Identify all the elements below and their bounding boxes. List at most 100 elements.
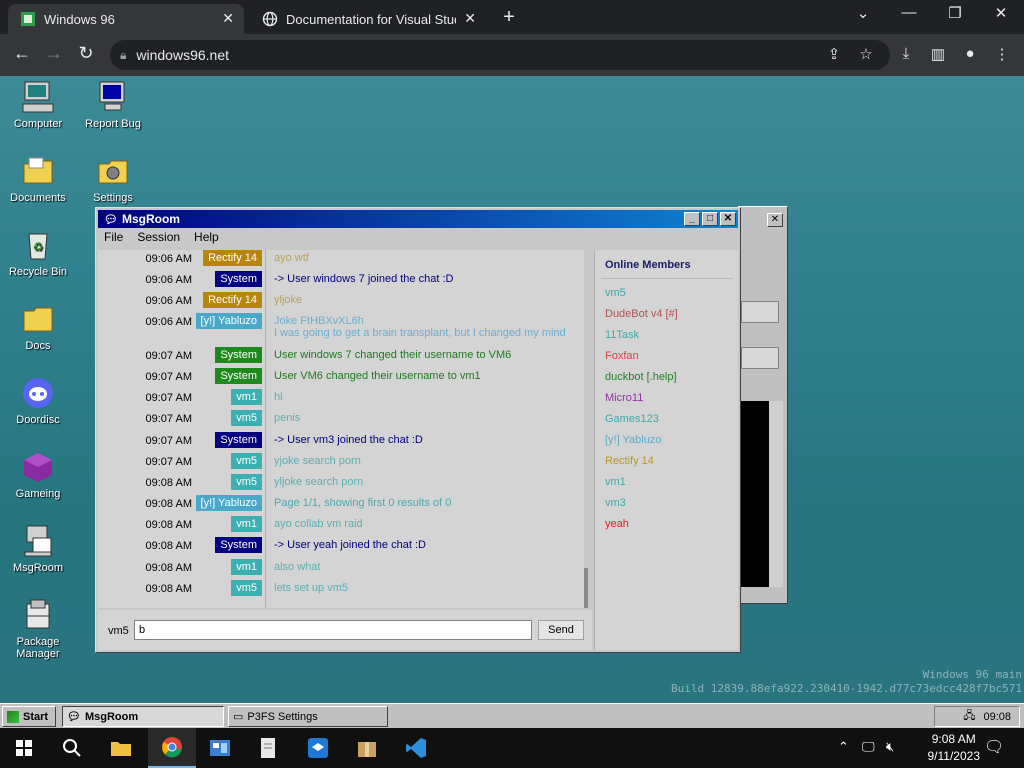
chat-scroll-thumb[interactable] — [584, 568, 588, 608]
member-item[interactable]: Games123 — [605, 413, 659, 425]
chat-bubble-icon: 💬︎ — [67, 711, 81, 723]
desktop-icon-docs[interactable]: Docs — [1, 302, 75, 352]
app-installer-icon[interactable] — [294, 728, 342, 768]
close-window-icon[interactable]: ✕ — [986, 4, 1016, 22]
tab-search-chevron-icon[interactable]: ⌄ — [848, 4, 878, 22]
svg-text:♻: ♻ — [33, 240, 44, 254]
desktop-icon-computer[interactable]: Computer — [1, 80, 75, 130]
notification-icon[interactable]: 🗨︎ — [984, 737, 1004, 757]
back-icon[interactable]: ← — [10, 43, 34, 64]
chrome-icon[interactable] — [148, 728, 196, 768]
message-line: Page 1/1, showing first 0 results of 0 — [274, 497, 452, 509]
volume-muted-icon[interactable]: 🔇︎ — [886, 739, 894, 755]
message-user-badge[interactable]: vm5 — [231, 410, 262, 426]
message-user-badge[interactable]: [y!] Yabluzo — [195, 313, 262, 329]
side-panel-icon[interactable]: ▥ — [926, 45, 950, 63]
desktop-icon-documents[interactable]: Documents — [1, 154, 75, 204]
message-user-badge[interactable]: System — [215, 368, 262, 384]
message-user-badge[interactable]: vm1 — [231, 389, 262, 405]
start-button[interactable]: Start — [2, 706, 56, 727]
message-user-badge[interactable]: System — [215, 347, 262, 363]
network-status-icon[interactable]: 🖵︎ — [862, 739, 875, 755]
desktop-icon-recycle-bin[interactable]: ♻ Recycle Bin — [1, 228, 75, 278]
message-user-badge[interactable]: Rectify 14 — [203, 250, 262, 266]
system-clock[interactable]: 9:08 AM 9/11/2023 — [928, 731, 981, 765]
message-user-badge[interactable]: vm5 — [231, 580, 262, 596]
member-item[interactable]: vm5 — [605, 287, 626, 299]
member-item[interactable]: Micro11 — [605, 392, 643, 404]
build-watermark-line2: Build 12839.88efa922.230410-1942.d77c73e… — [671, 682, 1022, 695]
minimize-icon[interactable]: — — [894, 4, 924, 21]
bookmark-star-icon[interactable]: ☆ — [854, 45, 878, 63]
member-item[interactable]: yeah — [605, 518, 629, 530]
background-scrollbar[interactable] — [769, 401, 783, 587]
desktop-icon-gameing[interactable]: Gameing — [1, 450, 75, 500]
member-item[interactable]: 11Task — [605, 329, 639, 341]
message-line: Joke FtHBXvXL6h — [274, 315, 364, 327]
show-hidden-icons-chevron-icon[interactable]: ⌃ — [838, 739, 849, 755]
control-panel-icon[interactable] — [196, 728, 244, 768]
message-user-badge[interactable]: System — [215, 432, 262, 448]
tab-windows96[interactable]: Windows 96 ✕ — [8, 4, 244, 34]
member-item[interactable]: [y!] Yabluzo — [605, 434, 661, 446]
close-icon[interactable]: ✕ — [767, 213, 783, 227]
member-item[interactable]: Foxfan — [605, 350, 639, 362]
message-user-badge[interactable]: vm5 — [231, 453, 262, 469]
windows-start-icon[interactable] — [0, 728, 48, 768]
notepad-icon[interactable] — [244, 728, 292, 768]
globe-icon — [262, 11, 278, 27]
desktop-icon-msgroom[interactable]: MsgRoom — [1, 524, 75, 574]
chat-input[interactable] — [134, 620, 532, 640]
send-button[interactable]: Send — [538, 620, 584, 640]
profile-icon[interactable]: ● — [958, 45, 982, 62]
background-field[interactable] — [741, 301, 779, 323]
menu-kebab-icon[interactable]: ⋮ — [990, 45, 1014, 63]
background-field[interactable] — [741, 347, 779, 369]
tab-documentation[interactable]: Documentation for Visual Studio ✕ — [250, 4, 486, 34]
message-user-badge[interactable]: [y!] Yabluzo — [195, 495, 262, 511]
package-box-icon[interactable] — [343, 728, 391, 768]
network-icon[interactable]: 🖧︎ — [963, 707, 975, 726]
menu-file[interactable]: File — [104, 230, 123, 248]
taskbar-item-msgroom[interactable]: 💬︎ MsgRoom — [62, 706, 224, 727]
desktop-icon-settings[interactable]: Settings — [76, 154, 150, 204]
file-explorer-icon[interactable] — [97, 728, 145, 768]
desktop-icon-doordisc[interactable]: Doordisc — [1, 376, 75, 426]
message-line: ayo collab vm raid — [274, 518, 363, 530]
taskbar-item-p3fs-settings[interactable]: ▭ P3FS Settings — [228, 706, 388, 727]
new-tab-icon[interactable]: + — [498, 6, 520, 29]
message-user-badge[interactable]: Rectify 14 — [203, 292, 262, 308]
share-icon[interactable]: ⇪ — [822, 45, 846, 63]
member-item[interactable]: duckbot [.help] — [605, 371, 677, 383]
message-user-badge[interactable]: vm5 — [231, 474, 262, 490]
maximize-button[interactable]: □ — [702, 212, 718, 226]
close-tab-icon[interactable]: ✕ — [464, 10, 476, 27]
vscode-icon[interactable] — [392, 728, 440, 768]
message-user-badge[interactable]: System — [215, 271, 262, 287]
member-item[interactable]: DudeBot v4 [#] — [605, 308, 678, 320]
message-user-badge[interactable]: vm1 — [231, 559, 262, 575]
restore-icon[interactable]: ❐ — [940, 4, 970, 22]
msgroom-title-bar[interactable]: 💬︎ MsgRoom _ □ ✕ — [98, 210, 738, 228]
member-item[interactable]: vm3 — [605, 497, 626, 509]
forward-icon[interactable]: → — [42, 43, 66, 64]
message-user-badge[interactable]: System — [215, 537, 262, 553]
desktop-icon-report-bug[interactable]: Report Bug — [76, 80, 150, 130]
menu-help[interactable]: Help — [194, 230, 219, 248]
desktop-icon-package-manager[interactable]: Package Manager — [1, 598, 75, 660]
member-item[interactable]: vm1 — [605, 476, 626, 488]
minimize-button[interactable]: _ — [684, 212, 700, 226]
message-user-badge[interactable]: vm1 — [231, 516, 262, 532]
reload-icon[interactable]: ↻ — [74, 43, 98, 64]
address-bar[interactable]: 🔒︎ windows96.net — [110, 40, 890, 70]
msgroom-icon — [24, 525, 52, 557]
chat-log[interactable]: 09:06 AM Rectify 14 ayo wtf 09:06 AM System -… — [98, 250, 588, 608]
search-icon[interactable] — [48, 728, 96, 768]
background-window[interactable]: ✕ — [738, 206, 788, 604]
close-button[interactable]: ✕ — [720, 212, 736, 226]
close-tab-icon[interactable]: ✕ — [222, 10, 234, 27]
menu-session[interactable]: Session — [137, 230, 180, 248]
chat-scrollbar[interactable] — [584, 250, 588, 608]
member-item[interactable]: Rectify 14 — [605, 455, 654, 467]
download-icon[interactable]: ⤓ — [894, 45, 918, 62]
